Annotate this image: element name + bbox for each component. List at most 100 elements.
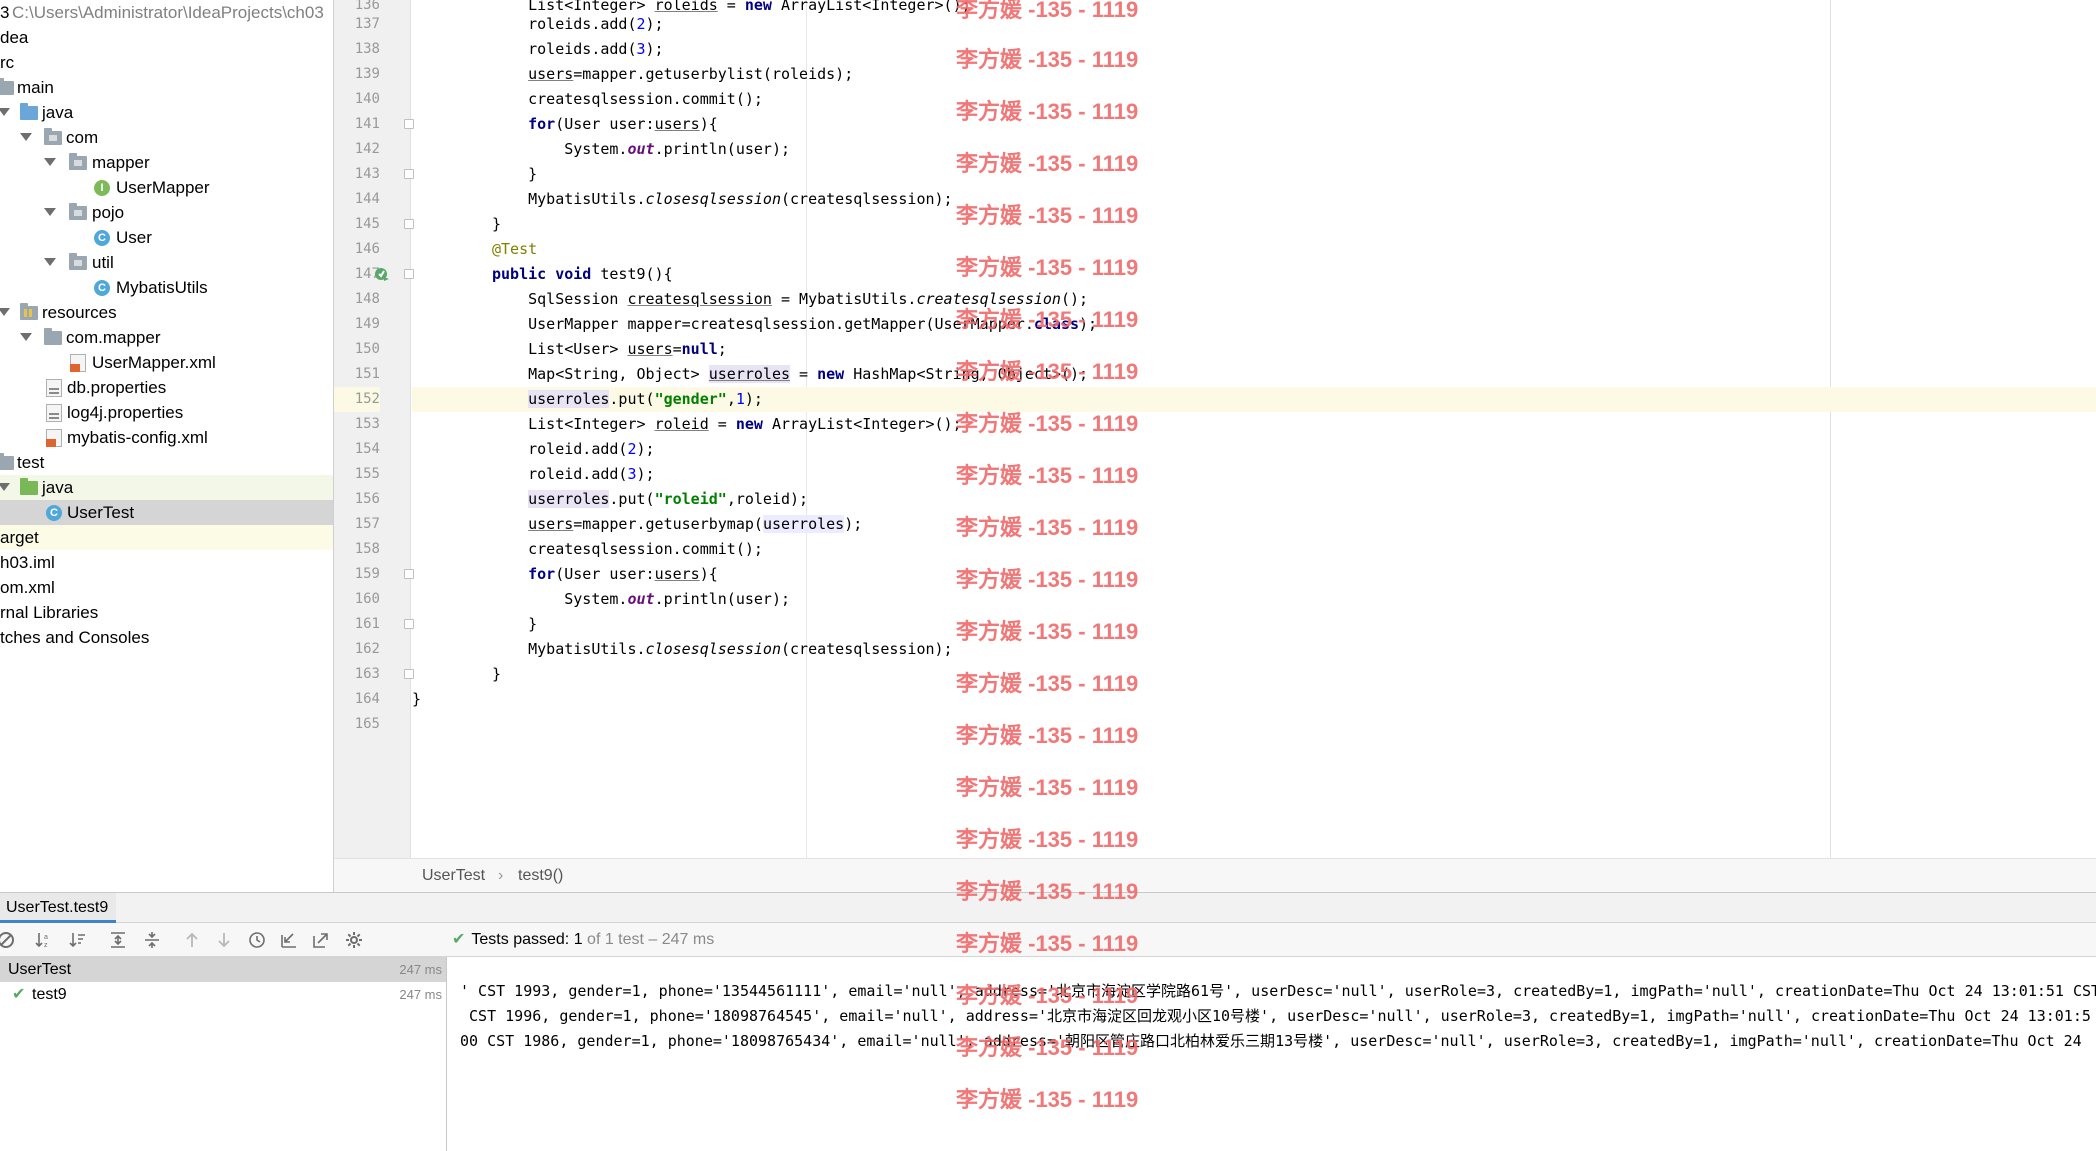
code-line[interactable]: UserMapper mapper=createsqlsession.getMa… xyxy=(412,312,2096,337)
code-line[interactable]: for(User user:users){ xyxy=(412,112,2096,137)
tree-item-external-libraries[interactable]: rnal Libraries xyxy=(0,600,333,625)
tree-item-project-root[interactable]: 3 C:\Users\Administrator\IdeaProjects\ch… xyxy=(0,0,333,25)
chevron-down-icon[interactable] xyxy=(44,258,56,266)
line-number: 157 xyxy=(354,516,380,532)
code-line[interactable]: } xyxy=(412,212,2096,237)
export-tests-icon[interactable] xyxy=(311,930,331,950)
tree-item-label: UserMapper.xml xyxy=(92,353,216,372)
line-number: 141 xyxy=(354,116,380,132)
chevron-down-icon[interactable] xyxy=(44,208,56,216)
code-line[interactable]: users=mapper.getuserbylist(roleids); xyxy=(412,62,2096,87)
tree-item-log4j-properties[interactable]: log4j.properties xyxy=(0,400,333,425)
run-tool-window: UserTest.test9 az ✔ Tests passed: 1 of 1 … xyxy=(0,892,2096,1151)
line-number: 151 xyxy=(354,366,380,382)
tree-item-db-properties[interactable]: db.properties xyxy=(0,375,333,400)
line-number: 145 xyxy=(354,216,380,232)
expand-all-icon[interactable] xyxy=(108,930,128,950)
chevron-down-icon[interactable] xyxy=(0,108,10,116)
sort-alphabetically-icon[interactable]: az xyxy=(34,930,54,950)
tree-item-resources[interactable]: resources xyxy=(0,300,333,325)
tree-item-scratches[interactable]: tches and Consoles xyxy=(0,625,333,650)
breadcrumb-class[interactable]: UserTest xyxy=(422,859,485,893)
line-number: 148 xyxy=(354,291,380,307)
collapse-all-icon[interactable] xyxy=(142,930,162,950)
previous-failed-test-icon[interactable] xyxy=(182,930,202,950)
code-line[interactable]: userroles.put("roleid",roleid); xyxy=(412,487,2096,512)
tree-item-java-test[interactable]: java xyxy=(0,475,333,500)
code-line[interactable]: Map<String, Object> userroles = new Hash… xyxy=(412,362,2096,387)
tree-item-java-main[interactable]: java xyxy=(0,100,333,125)
tree-item-mybatis-config-xml[interactable]: mybatis-config.xml xyxy=(0,425,333,450)
run-toolbar: az ✔ Tests passed: 1 of 1 test – 247 ms xyxy=(0,923,2096,957)
tree-item-test[interactable]: test xyxy=(0,450,333,475)
tree-item-target[interactable]: arget xyxy=(0,525,333,550)
editor-gutter[interactable]: 136 137 138 139 140 141 142 143 144 145 … xyxy=(334,0,433,858)
chevron-down-icon[interactable] xyxy=(0,308,10,316)
console-output[interactable]: ' CST 1993, gender=1, phone='13544561111… xyxy=(448,957,2096,1151)
next-failed-test-icon[interactable] xyxy=(214,930,234,950)
stop-icon[interactable] xyxy=(0,930,16,950)
tree-item-label: java xyxy=(42,103,74,122)
code-line[interactable]: roleids.add(2); xyxy=(412,12,2096,37)
code-line[interactable]: roleid.add(3); xyxy=(412,462,2096,487)
code-line[interactable]: public void test9(){ xyxy=(412,262,2096,287)
run-tab[interactable]: UserTest.test9 xyxy=(0,893,117,923)
tree-item-iml[interactable]: h03.iml xyxy=(0,550,333,575)
tree-item-pom[interactable]: om.xml xyxy=(0,575,333,600)
tree-item-usermapper[interactable]: I UserMapper xyxy=(0,175,333,200)
code-line[interactable]: roleid.add(2); xyxy=(412,437,2096,462)
code-line[interactable]: } xyxy=(412,162,2096,187)
svg-text:z: z xyxy=(44,942,48,949)
breadcrumb-method[interactable]: test9() xyxy=(518,859,563,893)
code-line[interactable]: createsqlsession.commit(); xyxy=(412,537,2096,562)
code-line[interactable]: } xyxy=(412,687,2096,712)
code-line[interactable]: for(User user:users){ xyxy=(412,562,2096,587)
tree-item-label: log4j.properties xyxy=(67,403,184,422)
code-line[interactable]: System.out.println(user); xyxy=(412,137,2096,162)
tree-item-mybatisutils[interactable]: C MybatisUtils xyxy=(0,275,333,300)
tree-item-src[interactable]: rc xyxy=(0,50,333,75)
code-line[interactable]: SqlSession createsqlsession = MybatisUti… xyxy=(412,287,2096,312)
code-line[interactable]: List<Integer> roleid = new ArrayList<Int… xyxy=(412,412,2096,437)
code-editor[interactable]: 136 137 138 139 140 141 142 143 144 145 … xyxy=(334,0,2096,858)
code-line[interactable]: roleids.add(3); xyxy=(412,37,2096,62)
tree-item-com[interactable]: com xyxy=(0,125,333,150)
test-suite-row[interactable]: UserTest 247 ms xyxy=(0,957,446,982)
tree-item-util[interactable]: util xyxy=(0,250,333,275)
tree-item-usertest[interactable]: C UserTest xyxy=(0,500,333,525)
code-line[interactable]: MybatisUtils.closesqlsession(createsqlse… xyxy=(412,187,2096,212)
test-history-icon[interactable] xyxy=(247,930,267,950)
tree-item-label: pojo xyxy=(92,203,125,222)
tree-item-main[interactable]: main xyxy=(0,75,333,100)
code-line[interactable]: List<User> users=null; xyxy=(412,337,2096,362)
tree-item-usermapper-xml[interactable]: UserMapper.xml xyxy=(0,350,333,375)
tree-item-mapper[interactable]: mapper xyxy=(0,150,333,175)
tree-item-user[interactable]: C User xyxy=(0,225,333,250)
tree-item-idea[interactable]: dea xyxy=(0,25,333,50)
test-case-row[interactable]: ✔ test9 247 ms xyxy=(0,982,446,1007)
import-tests-icon[interactable] xyxy=(279,930,299,950)
code-line[interactable]: System.out.println(user); xyxy=(412,587,2096,612)
chevron-down-icon[interactable] xyxy=(44,158,56,166)
code-line[interactable]: } xyxy=(412,612,2096,637)
code-line[interactable] xyxy=(412,712,2096,737)
line-number: 153 xyxy=(354,416,380,432)
tree-item-com-mapper[interactable]: com.mapper xyxy=(0,325,333,350)
line-number: 165 xyxy=(354,716,380,732)
run-test-icon[interactable] xyxy=(374,266,390,282)
chevron-down-icon[interactable] xyxy=(20,333,32,341)
test-folder-icon xyxy=(20,478,38,495)
chevron-down-icon[interactable] xyxy=(20,133,32,141)
code-line[interactable]: createsqlsession.commit(); xyxy=(412,87,2096,112)
test-duration: 247 ms xyxy=(399,987,442,1002)
code-line[interactable]: @Test xyxy=(412,237,2096,262)
settings-gear-icon[interactable] xyxy=(344,930,364,950)
code-line-current[interactable]: userroles.put("gender",1); xyxy=(412,387,2096,412)
code-line[interactable]: MybatisUtils.closesqlsession(createsqlse… xyxy=(412,637,2096,662)
chevron-down-icon[interactable] xyxy=(0,483,10,491)
line-number: 156 xyxy=(354,491,380,507)
code-line[interactable]: users=mapper.getuserbymap(userroles); xyxy=(412,512,2096,537)
sort-by-duration-icon[interactable] xyxy=(68,930,88,950)
code-line[interactable]: } xyxy=(412,662,2096,687)
tree-item-pojo[interactable]: pojo xyxy=(0,200,333,225)
